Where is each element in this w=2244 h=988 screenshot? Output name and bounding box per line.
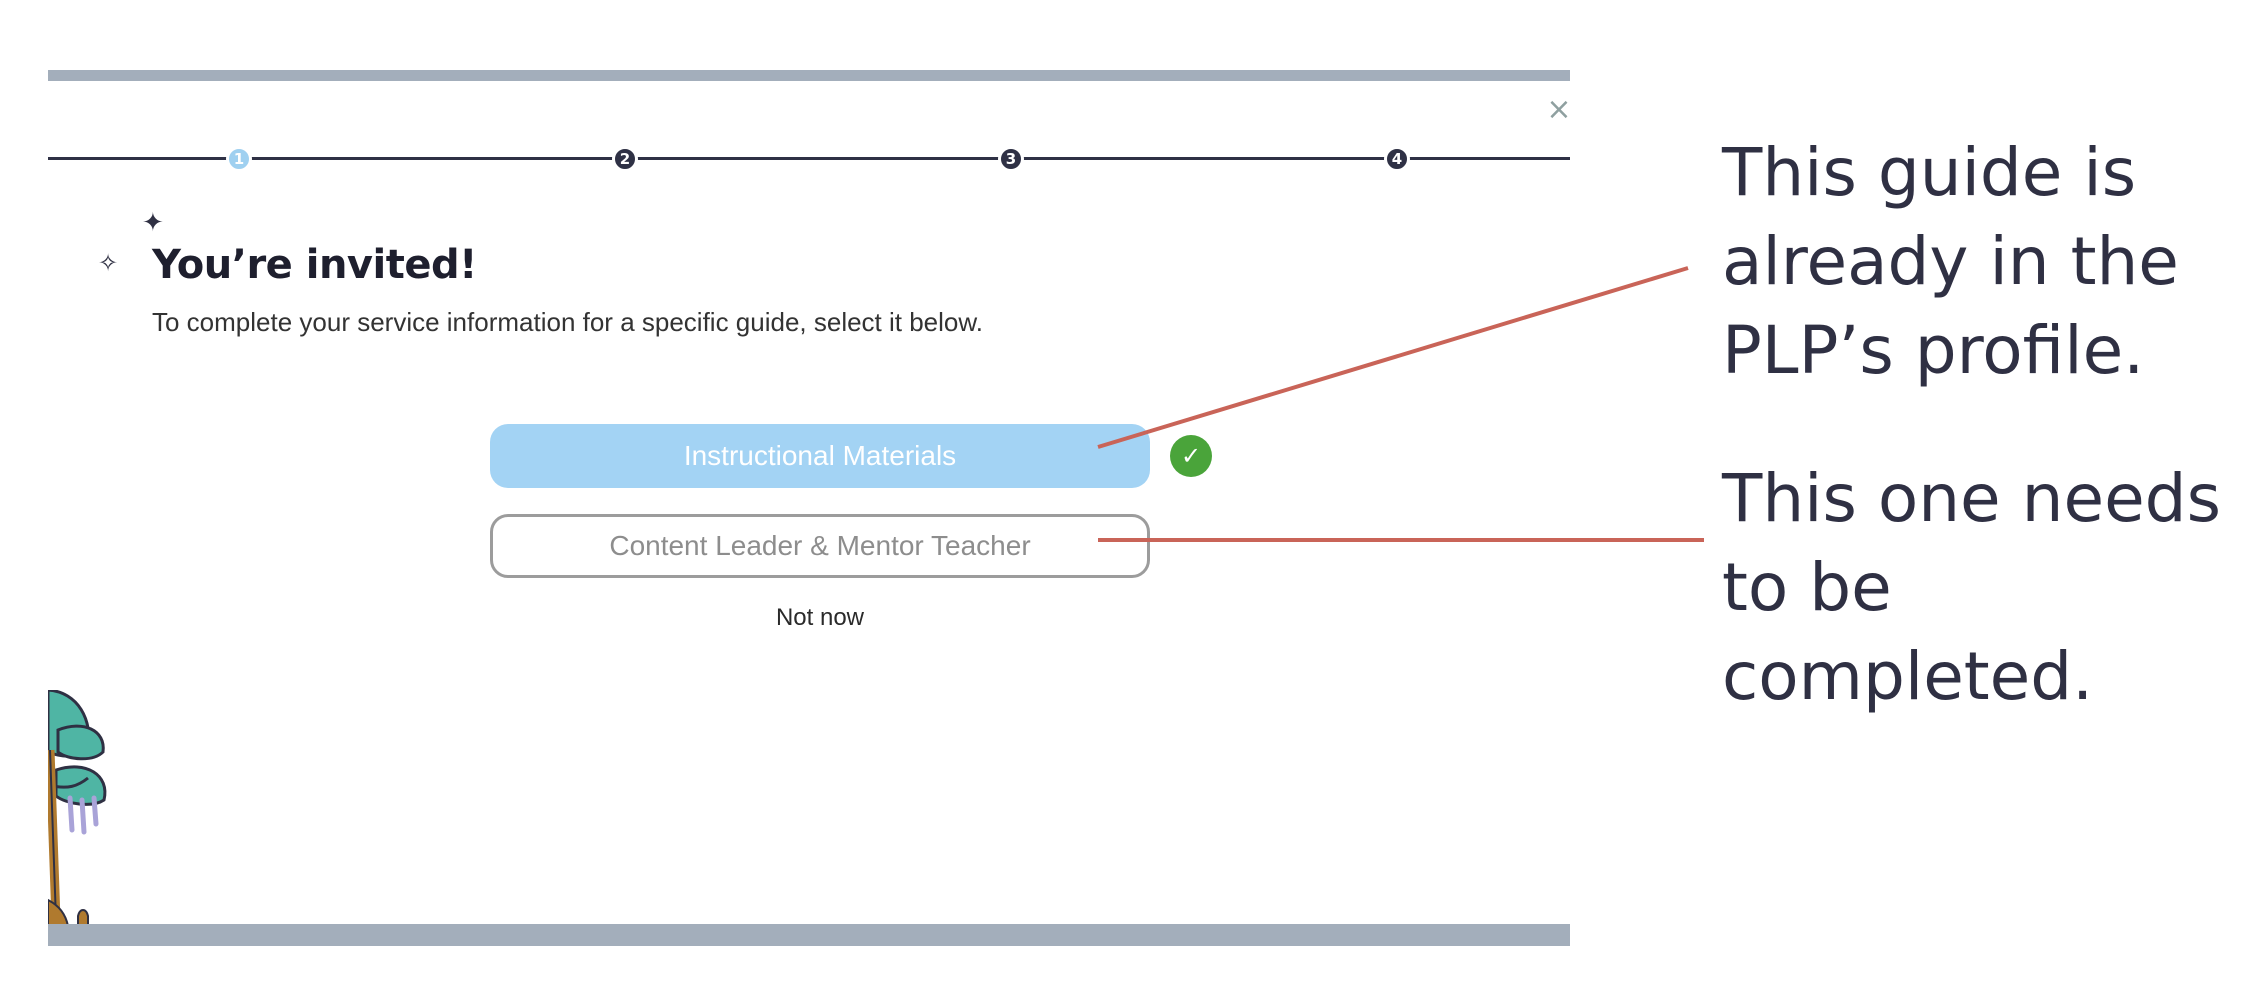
step-1: 1: [226, 146, 252, 172]
page-subtitle: To complete your service information for…: [152, 307, 983, 337]
callout-1-line-1: This guide is: [1722, 134, 2137, 211]
sparkle-outline-icon: ✧: [98, 249, 119, 277]
progress-stepper: [48, 157, 1570, 160]
page-title: You’re invited!: [152, 242, 477, 288]
step-2: 2: [612, 146, 638, 172]
sparkle-icon: ✦: [142, 208, 164, 238]
callout-needs-completion: This one needs to be completed.: [1722, 454, 2244, 721]
guide-button-instructional-materials[interactable]: Instructional Materials: [490, 424, 1150, 488]
callout-already-in-profile: This guide is already in the PLP’s profi…: [1722, 128, 2179, 395]
callout-1-line-3: PLP’s profile.: [1722, 312, 2145, 389]
close-icon[interactable]: ×: [1546, 95, 1572, 125]
modal-top-border: [48, 70, 1570, 81]
callout-2-line-1: This one needs: [1722, 460, 2221, 537]
invite-modal: [48, 70, 1570, 946]
not-now-link[interactable]: Not now: [770, 604, 870, 632]
callout-1-line-2: already in the: [1722, 223, 2179, 300]
modal-bottom-border: [48, 924, 1570, 946]
guide-button-content-leader[interactable]: Content Leader & Mentor Teacher: [490, 514, 1150, 578]
step-3: 3: [998, 146, 1024, 172]
step-4: 4: [1384, 146, 1410, 172]
check-icon: ✓: [1170, 435, 1212, 477]
tree-illustration: [48, 690, 107, 926]
callout-2-line-2: to be completed.: [1722, 549, 2094, 715]
